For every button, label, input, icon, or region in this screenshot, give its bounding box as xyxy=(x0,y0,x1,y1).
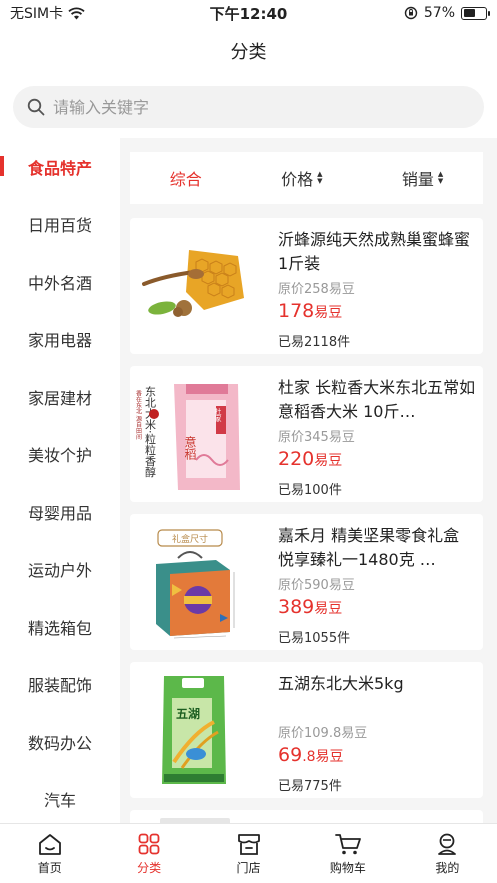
image-text-badge: 礼盒尺寸 xyxy=(172,533,208,545)
product-original-price: 原价258易豆 xyxy=(278,282,355,297)
price-unit: 易豆 xyxy=(314,453,343,469)
product-original-price: 原价590易豆 xyxy=(278,578,355,593)
price-value: 389 xyxy=(278,596,315,618)
product-card[interactable]: 沂蜂源纯天然成熟巢蜜蜂蜜 1斤装 原价258易豆 178易豆 已易2118件 xyxy=(130,218,483,354)
search-box[interactable] xyxy=(13,86,484,128)
sidebar-item-baby[interactable]: 母婴用品 xyxy=(0,483,120,541)
rotation-lock-icon xyxy=(404,6,418,20)
carrier-label: 无SIM卡 xyxy=(10,6,64,22)
sidebar-item-appliances[interactable]: 家用电器 xyxy=(0,311,120,369)
product-image-rice-bag-green: 五湖 xyxy=(134,672,246,788)
tab-cart[interactable]: 购物车 xyxy=(298,824,397,883)
product-sold-count: 已易2118件 xyxy=(278,335,351,350)
sidebar-item-liquor[interactable]: 中外名酒 xyxy=(0,253,120,311)
sort-arrows-icon: ▲ ▼ xyxy=(317,170,323,185)
sidebar-item-daily-goods[interactable]: 日用百货 xyxy=(0,196,120,254)
product-title: 五湖东北大米5kg xyxy=(278,674,404,693)
product-price: 178易豆 xyxy=(278,300,342,322)
product-card[interactable]: 礼盒尺寸 嘉禾月 精美坚果零食礼盒 悦享臻礼一1480克 … 原价590易豆 3… xyxy=(130,514,483,650)
cart-icon xyxy=(335,833,361,854)
product-image-rice-bag: 东北大米·粒粒香醇 香在东北 源自田间 意稻 杜家 xyxy=(134,376,246,492)
sort-tab-label: 销量 xyxy=(401,170,434,189)
price-unit: 易豆 xyxy=(315,749,344,765)
battery-icon xyxy=(461,6,490,20)
product-image-honeycomb xyxy=(134,228,246,344)
tab-store[interactable]: 门店 xyxy=(199,824,298,883)
status-left: 无SIM卡 xyxy=(10,3,85,23)
product-sold-count: 已易1055件 xyxy=(278,631,351,646)
tab-category[interactable]: 分类 xyxy=(99,824,198,883)
product-image-gift-box: 礼盒尺寸 xyxy=(134,524,246,640)
sidebar-item-apparel[interactable]: 服装配饰 xyxy=(0,656,120,714)
status-bar: 无SIM卡 下午12:40 57% xyxy=(0,0,497,26)
tab-profile[interactable]: 我的 xyxy=(398,824,497,883)
sort-tab-price[interactable]: 价格 ▲ ▼ xyxy=(281,166,322,190)
sort-tab-overall[interactable]: 综合 xyxy=(170,166,202,190)
store-icon xyxy=(237,833,260,855)
bottom-tab-bar: 首页 分类 门店 购物车 我的 xyxy=(0,823,497,883)
tab-label: 购物车 xyxy=(329,860,366,875)
product-card-partial[interactable] xyxy=(130,810,483,823)
sidebar-item-home-building[interactable]: 家居建材 xyxy=(0,368,120,426)
product-sold-count: 已易775件 xyxy=(278,779,342,794)
sort-tab-label: 价格 xyxy=(281,170,314,189)
image-text-bag-2: 杜家 xyxy=(214,407,222,422)
product-title: 杜家 长粒香大米东北五常如意稻香大米 10斤… xyxy=(278,378,476,421)
product-title: 沂蜂源纯天然成熟巢蜜蜂蜜 1斤装 xyxy=(278,230,471,273)
tab-home[interactable]: 首页 xyxy=(0,824,99,883)
product-title: 嘉禾月 精美坚果零食礼盒 悦享臻礼一1480克 … xyxy=(278,526,460,569)
category-icon xyxy=(138,833,160,854)
price-value: 69 xyxy=(278,744,303,766)
image-text-vertical-1: 东北大米·粒粒香醇 xyxy=(144,386,157,478)
sidebar-item-digital[interactable]: 数码办公 xyxy=(0,713,120,771)
battery-fill xyxy=(463,9,476,17)
product-price: 389易豆 xyxy=(278,596,342,618)
sidebar-item-sports[interactable]: 运动户外 xyxy=(0,541,120,599)
status-right: 57% xyxy=(404,5,490,21)
tab-label: 我的 xyxy=(435,860,460,875)
category-sidebar: 食品特产 日用百货 中外名酒 家用电器 家居建材 美妆个护 母婴用品 运动户外 … xyxy=(0,138,120,823)
sidebar-item-bags[interactable]: 精选箱包 xyxy=(0,598,120,656)
product-card[interactable]: 东北大米·粒粒香醇 香在东北 源自田间 意稻 杜家 杜家 长粒香大米东北五常如意… xyxy=(130,366,483,502)
image-text-vertical-2: 香在东北 源自田间 xyxy=(135,389,142,441)
product-price: 69.8易豆 xyxy=(278,744,344,766)
tab-label: 分类 xyxy=(137,860,162,875)
wifi-icon xyxy=(68,7,85,19)
product-card[interactable]: 五湖 五湖东北大米5kg 原价109.8易豆 69.8易豆 已易775件 xyxy=(130,662,483,798)
product-original-price: 原价345易豆 xyxy=(278,430,355,445)
price-unit: 易豆 xyxy=(314,305,343,321)
sidebar-item-auto[interactable]: 汽车 xyxy=(0,771,120,824)
product-sold-count: 已易100件 xyxy=(278,483,342,498)
image-text-bag: 五湖 xyxy=(176,706,200,721)
home-icon xyxy=(38,833,61,855)
search-icon xyxy=(27,98,45,116)
price-unit: 易豆 xyxy=(314,601,343,617)
tab-label: 门店 xyxy=(236,860,261,875)
search-input[interactable] xyxy=(53,97,470,117)
page-title: 分类 xyxy=(230,42,267,63)
sort-tab-sales[interactable]: 销量 ▲ ▼ xyxy=(402,166,443,190)
tab-label: 首页 xyxy=(37,860,62,875)
image-text-bag-1: 意稻 xyxy=(183,435,197,460)
price-value: 178 xyxy=(278,300,315,322)
profile-icon xyxy=(438,833,457,855)
sort-arrows-icon: ▲ ▼ xyxy=(437,170,444,185)
sort-tab-label: 综合 xyxy=(169,170,202,189)
search-area xyxy=(0,76,497,138)
price-value: 220 xyxy=(278,448,315,470)
product-price: 220易豆 xyxy=(278,448,342,470)
nav-bar: 分类 xyxy=(0,26,497,76)
product-original-price: 原价109.8易豆 xyxy=(278,726,368,741)
price-decimal: .8 xyxy=(302,749,316,765)
battery-percent: 57% xyxy=(423,5,455,21)
sidebar-item-beauty[interactable]: 美妆个护 xyxy=(0,426,120,484)
sidebar-item-food[interactable]: 食品特产 xyxy=(0,138,120,196)
product-content: 综合 价格 ▲ ▼ 销量 ▲ ▼ 沂蜂源纯天然成熟巢蜜蜂蜜 1斤装 原价258易… xyxy=(120,138,497,823)
sort-bar: 综合 价格 ▲ ▼ 销量 ▲ ▼ xyxy=(130,152,483,204)
